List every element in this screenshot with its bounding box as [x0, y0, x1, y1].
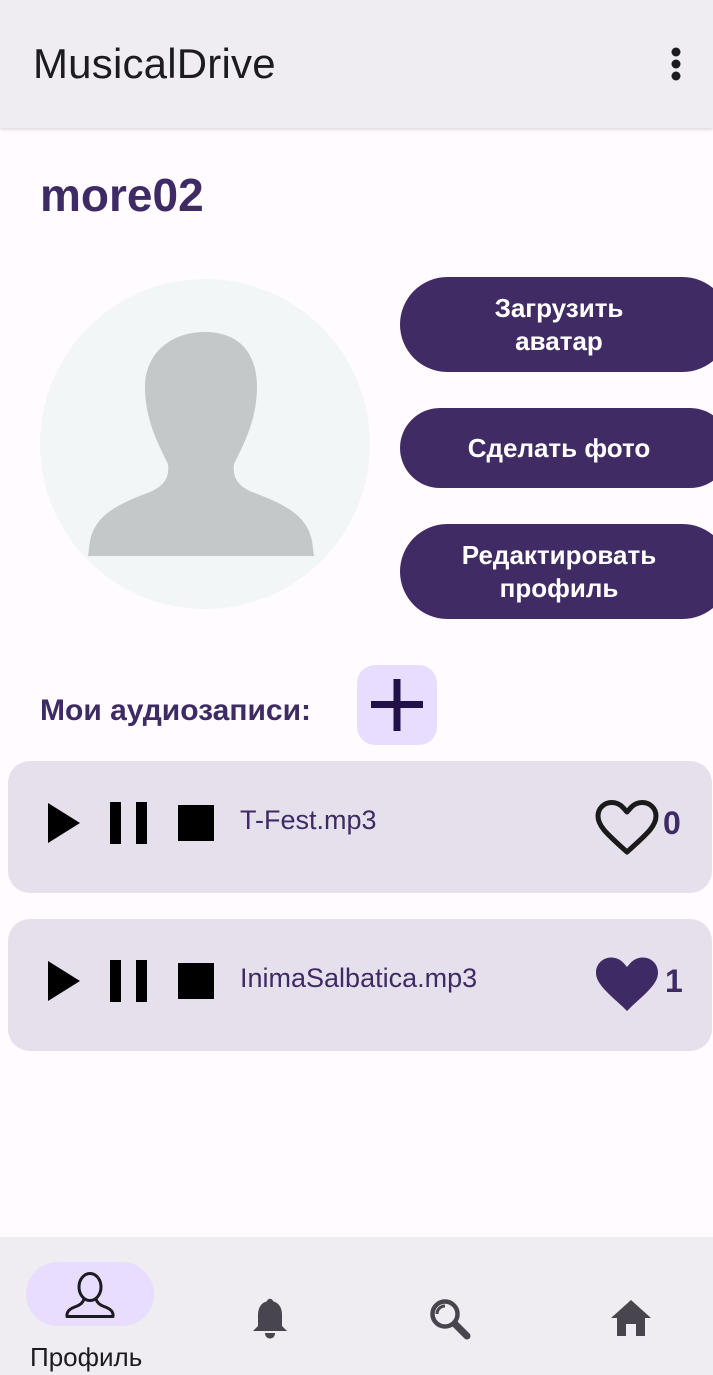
track-name: T-Fest.mp3 [240, 805, 377, 835]
app-title: MusicalDrive [33, 40, 276, 87]
top-app-bar: MusicalDrive [0, 0, 713, 128]
nav-label-profile: Профиль [30, 1342, 143, 1372]
stop-icon[interactable] [178, 963, 214, 999]
my-audio-label: Мои аудиозаписи: [40, 694, 312, 727]
bell-icon[interactable] [250, 1297, 290, 1339]
pause-icon[interactable] [110, 802, 148, 844]
track-item: InimaSalbatica.mp3 1 [8, 919, 712, 1051]
search-icon[interactable] [428, 1297, 472, 1341]
heart-filled-icon[interactable] [595, 956, 659, 1014]
more-vert-icon[interactable] [660, 44, 692, 84]
track-name: InimaSalbatica.mp3 [240, 963, 478, 993]
like-count: 1 [665, 963, 683, 999]
play-icon[interactable] [46, 959, 82, 1003]
bottom-navigation: Профиль [0, 1237, 713, 1375]
plus-icon [371, 679, 423, 731]
pause-icon[interactable] [110, 960, 148, 1002]
track-item: T-Fest.mp3 0 [8, 761, 712, 893]
profile-username: more02 [40, 169, 204, 221]
upload-avatar-button[interactable]: Загрузить аватар [400, 277, 713, 372]
play-icon[interactable] [46, 801, 82, 845]
like-count: 0 [663, 805, 681, 841]
heart-outline-icon[interactable] [595, 799, 659, 857]
stop-icon[interactable] [178, 805, 214, 841]
upload-avatar-label: Загрузить аватар [494, 292, 624, 356]
avatar[interactable] [40, 279, 370, 609]
nav-item-profile[interactable] [26, 1262, 154, 1326]
take-photo-button[interactable]: Сделать фото [400, 408, 713, 488]
add-audio-button[interactable] [357, 665, 437, 745]
default-avatar-silhouette [88, 332, 314, 556]
take-photo-label: Сделать фото [467, 432, 651, 463]
home-icon[interactable] [610, 1299, 652, 1337]
edit-profile-button[interactable]: Редактировать профиль [400, 524, 713, 619]
edit-profile-label: Редактировать профиль [461, 539, 657, 603]
person-outline-icon [65, 1272, 115, 1318]
